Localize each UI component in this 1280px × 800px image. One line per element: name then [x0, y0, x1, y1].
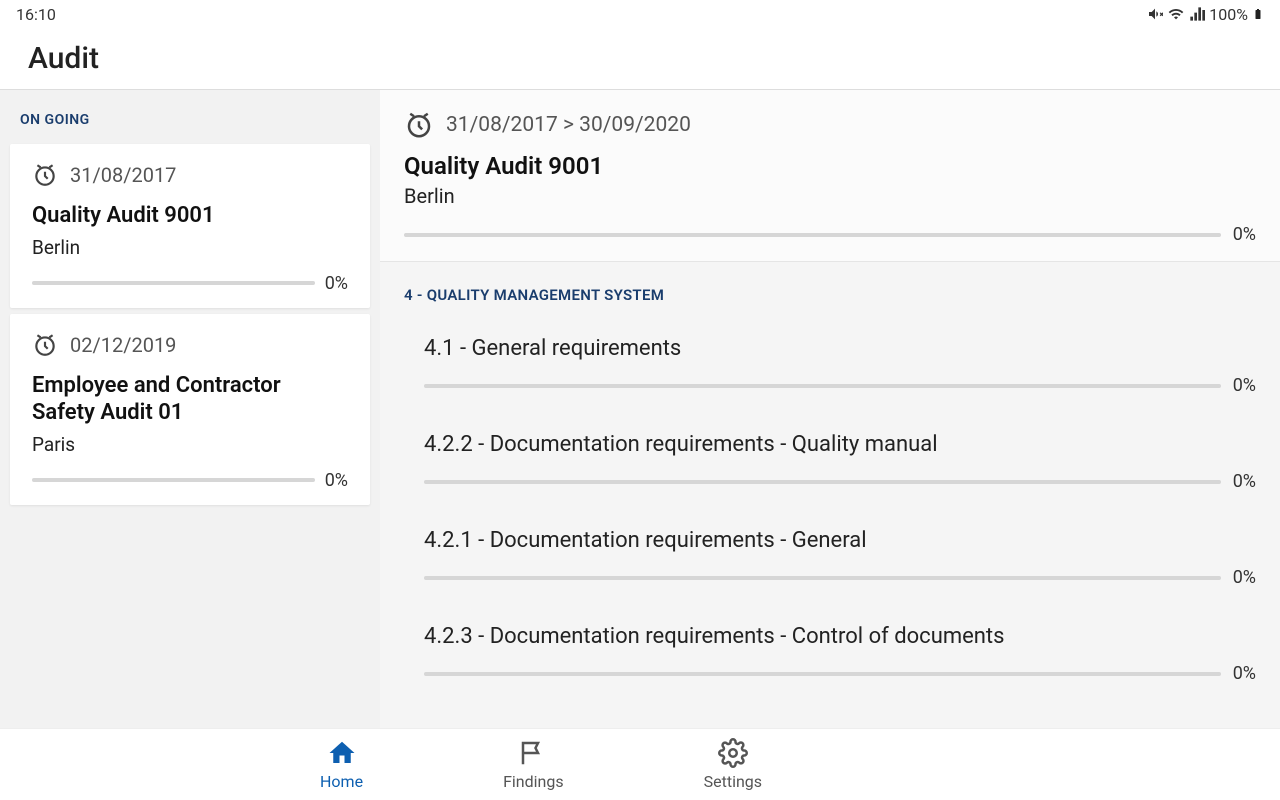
- item-title: 4.2.2 - Documentation requirements - Qua…: [424, 432, 1256, 457]
- home-icon: [327, 738, 357, 768]
- item-progress-row: 0%: [424, 471, 1256, 492]
- item-progress-row: 0%: [424, 567, 1256, 588]
- progress-bar: [404, 233, 1221, 237]
- progress-row: 0%: [32, 470, 348, 491]
- checklist-item[interactable]: 4.2.3 - Documentation requirements - Con…: [380, 600, 1280, 696]
- audit-list-sidebar: ON GOING 31/08/2017 Quality Audit 9001 B…: [0, 90, 380, 728]
- item-progress-row: 0%: [424, 375, 1256, 396]
- item-progress-row: 0%: [424, 663, 1256, 684]
- flag-icon: [518, 738, 548, 768]
- clock-icon: [32, 332, 58, 358]
- bottom-nav: Home Findings Settings: [0, 728, 1280, 800]
- progress-bar: [424, 384, 1221, 388]
- nav-home[interactable]: Home: [320, 738, 363, 791]
- progress-pct: 0%: [1233, 663, 1256, 684]
- item-title: 4.1 - General requirements: [424, 336, 1256, 361]
- clock-icon: [32, 162, 58, 188]
- signal-icon: [1189, 6, 1205, 22]
- wifi-icon: [1167, 6, 1185, 22]
- ongoing-label: ON GOING: [0, 98, 380, 138]
- battery-pct: 100%: [1209, 5, 1248, 24]
- status-right: 100%: [1147, 5, 1264, 24]
- item-title: 4.2.3 - Documentation requirements - Con…: [424, 624, 1256, 649]
- progress-bar: [424, 672, 1221, 676]
- checklist-item[interactable]: 4.2.2 - Documentation requirements - Qua…: [380, 408, 1280, 504]
- app-header: Audit: [0, 28, 1280, 90]
- nav-findings[interactable]: Findings: [503, 738, 564, 791]
- card-date-row: 02/12/2019: [32, 332, 348, 358]
- mute-icon: [1147, 6, 1163, 22]
- progress-bar: [424, 480, 1221, 484]
- audit-location: Berlin: [32, 236, 348, 259]
- detail-date-row: 31/08/2017 > 30/09/2020: [404, 110, 1256, 140]
- audit-detail: 31/08/2017 > 30/09/2020 Quality Audit 90…: [380, 90, 1280, 728]
- checklist-item[interactable]: 4.2.1 - Documentation requirements - Gen…: [380, 504, 1280, 600]
- checklist-item[interactable]: 4.1 - General requirements 0%: [380, 312, 1280, 408]
- audit-title: Employee and Contractor Safety Audit 01: [32, 372, 348, 427]
- progress-pct: 0%: [1233, 471, 1256, 492]
- audit-location: Paris: [32, 433, 348, 456]
- progress-pct: 0%: [1233, 224, 1256, 245]
- progress-bar: [32, 281, 315, 285]
- nav-settings[interactable]: Settings: [704, 738, 762, 791]
- nav-label: Settings: [704, 772, 762, 791]
- nav-label: Findings: [503, 772, 564, 791]
- progress-bar: [32, 478, 315, 482]
- status-bar: 16:10 100%: [0, 0, 1280, 28]
- detail-date-range: 31/08/2017 > 30/09/2020: [446, 113, 691, 137]
- progress-pct: 0%: [325, 470, 348, 491]
- detail-title: Quality Audit 9001: [404, 152, 1256, 180]
- section-group-label: 4 - QUALITY MANAGEMENT SYSTEM: [380, 262, 1280, 312]
- progress-row: 0%: [32, 273, 348, 294]
- nav-label: Home: [320, 772, 363, 791]
- item-title: 4.2.1 - Documentation requirements - Gen…: [424, 528, 1256, 553]
- progress-pct: 0%: [325, 273, 348, 294]
- progress-pct: 0%: [1233, 567, 1256, 588]
- detail-location: Berlin: [404, 184, 1256, 208]
- gear-icon: [718, 738, 748, 768]
- audit-date: 31/08/2017: [70, 163, 176, 187]
- progress-pct: 0%: [1233, 375, 1256, 396]
- audit-date: 02/12/2019: [70, 333, 176, 357]
- audit-card[interactable]: 02/12/2019 Employee and Contractor Safet…: [10, 314, 370, 505]
- detail-progress-row: 0%: [404, 224, 1256, 245]
- main-area: ON GOING 31/08/2017 Quality Audit 9001 B…: [0, 90, 1280, 728]
- status-time: 16:10: [16, 5, 56, 24]
- battery-icon: [1252, 5, 1264, 23]
- progress-bar: [424, 576, 1221, 580]
- audit-card[interactable]: 31/08/2017 Quality Audit 9001 Berlin 0%: [10, 144, 370, 308]
- detail-header: 31/08/2017 > 30/09/2020 Quality Audit 90…: [380, 90, 1280, 262]
- page-title: Audit: [28, 41, 99, 76]
- audit-title: Quality Audit 9001: [32, 202, 348, 230]
- card-date-row: 31/08/2017: [32, 162, 348, 188]
- clock-icon: [404, 110, 434, 140]
